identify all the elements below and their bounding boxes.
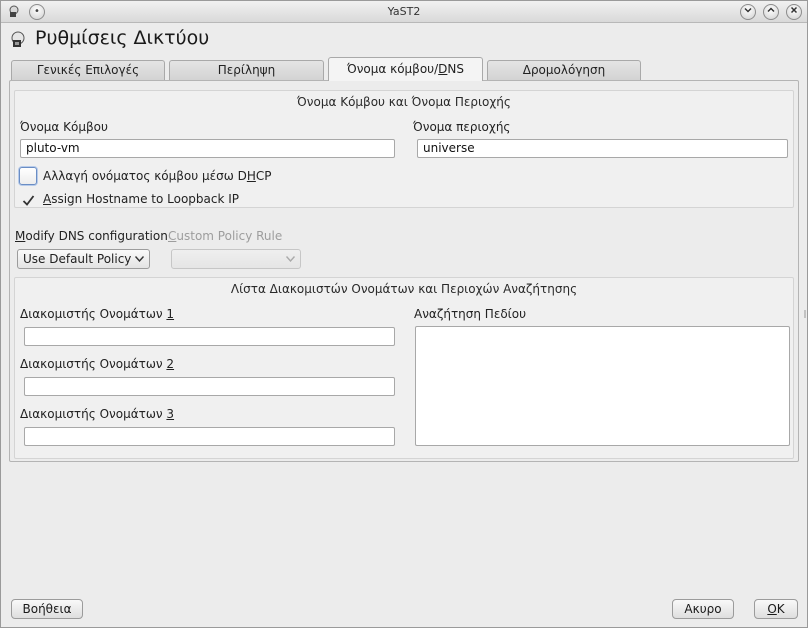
yast-window: • YaST2 Ρυθμίσεις Δικτύου Γενικές Επιλογ… <box>0 0 808 628</box>
help-button[interactable]: Βοήθεια <box>11 599 83 619</box>
modify-dns-mnemonic: M <box>15 229 26 243</box>
hostname-domain-group: Όνομα Κόμβου και Όνομα Περιοχής Όνομα Κό… <box>14 90 794 208</box>
dhcp-hostname-mnemonic: H <box>246 169 256 183</box>
nameserver-2-label: Διακομιστής Ονομάτων 2 <box>20 357 174 371</box>
modify-dns-value: Use Default Policy <box>23 252 132 266</box>
close-button[interactable] <box>786 4 802 20</box>
nameserver-group: Λίστα Διακομιστών Ονομάτων και Περιοχών … <box>14 277 794 459</box>
tab-routing[interactable]: Δρομολόγηση <box>487 60 641 81</box>
search-domain-label: Αναζήτηση Πεδίου <box>414 307 527 321</box>
nameserver-2-num: 2 <box>166 357 175 371</box>
window-title: YaST2 <box>387 5 421 18</box>
hostname-label: Όνομα Κόμβου <box>20 120 108 134</box>
dhcp-hostname-label[interactable]: Αλλαγή ονόματος κόμβου μέσω DHCP <box>43 169 272 183</box>
tab-general-options[interactable]: Γενικές Επιλογές <box>11 60 165 81</box>
chevron-down-icon <box>744 7 752 13</box>
nameserver-group-title: Λίστα Διακομιστών Ονομάτων και Περιοχών … <box>230 282 578 296</box>
nameserver-2-field[interactable] <box>24 377 395 396</box>
search-domain-textarea[interactable] <box>415 326 790 446</box>
modify-dns-select[interactable]: Use Default Policy <box>17 249 150 269</box>
ok-mnemonic: O <box>767 602 777 616</box>
nameserver-3-num: 3 <box>166 407 175 421</box>
nameserver-3-prefix: Διακομιστής Ονομάτων <box>20 407 167 421</box>
chevron-down-icon <box>135 256 144 262</box>
cancel-button[interactable]: Ακυρο <box>672 599 734 619</box>
tab-overview[interactable]: Περίληψη <box>169 60 324 81</box>
nameserver-1-label: Διακομιστής Ονομάτων 1 <box>20 307 174 321</box>
nameserver-1-num: 1 <box>166 307 175 321</box>
domain-field[interactable]: universe <box>417 139 788 158</box>
hostname-group-title: Όνομα Κόμβου και Όνομα Περιοχής <box>297 95 511 109</box>
custom-policy-select[interactable] <box>171 249 301 269</box>
close-icon <box>790 6 798 14</box>
loopback-rest: ssign Hostname to Loopback IP <box>51 192 240 206</box>
tab-page: Όνομα Κόμβου και Όνομα Περιοχής Όνομα Κό… <box>9 80 799 462</box>
nameserver-3-label: Διακομιστής Ονομάτων 3 <box>20 407 174 421</box>
dhcp-hostname-checkbox[interactable] <box>19 167 37 185</box>
nameserver-2-prefix: Διακομιστής Ονομάτων <box>20 357 167 371</box>
hostname-field[interactable]: pluto-vm <box>20 139 395 158</box>
ok-rest: K <box>776 602 785 616</box>
dhcp-hostname-suffix: CP <box>255 169 272 183</box>
resize-grip-icon[interactable] <box>804 310 807 318</box>
loopback-checkbox[interactable] <box>19 191 37 209</box>
custom-policy-rest: ustom Policy Rule <box>176 229 283 243</box>
nameserver-1-field[interactable] <box>24 327 395 346</box>
chevron-down-icon <box>286 256 295 262</box>
loopback-label[interactable]: Assign Hostname to Loopback IP <box>43 192 239 206</box>
title-bar[interactable]: • YaST2 <box>1 1 807 23</box>
ok-button[interactable]: OK <box>754 599 798 619</box>
dhcp-hostname-prefix: Αλλαγή ονόματος κόμβου μέσω D <box>43 169 247 183</box>
minimize-button[interactable] <box>740 4 756 20</box>
modify-dns-rest: odify DNS configuration <box>25 229 168 243</box>
custom-policy-label: Custom Policy Rule <box>168 229 282 243</box>
tab-hostname-dns-prefix: Όνομα κόμβου/ <box>346 62 439 76</box>
nameserver-1-prefix: Διακομιστής Ονομάτων <box>20 307 167 321</box>
nameserver-3-field[interactable] <box>24 427 395 446</box>
tab-hostname-dns[interactable]: Όνομα κόμβου/DNS <box>328 57 483 81</box>
checkmark-icon <box>22 195 35 206</box>
page-title: Ρυθμίσεις Δικτύου <box>35 27 210 49</box>
modify-dns-label: Modify DNS configuration <box>15 229 168 243</box>
chevron-up-icon <box>767 7 775 13</box>
loopback-mnemonic: A <box>43 192 52 206</box>
network-settings-icon <box>11 31 25 47</box>
maximize-button[interactable] <box>763 4 779 20</box>
domain-label: Όνομα περιοχής <box>413 120 511 134</box>
tab-hostname-dns-suffix: NS <box>447 62 465 76</box>
